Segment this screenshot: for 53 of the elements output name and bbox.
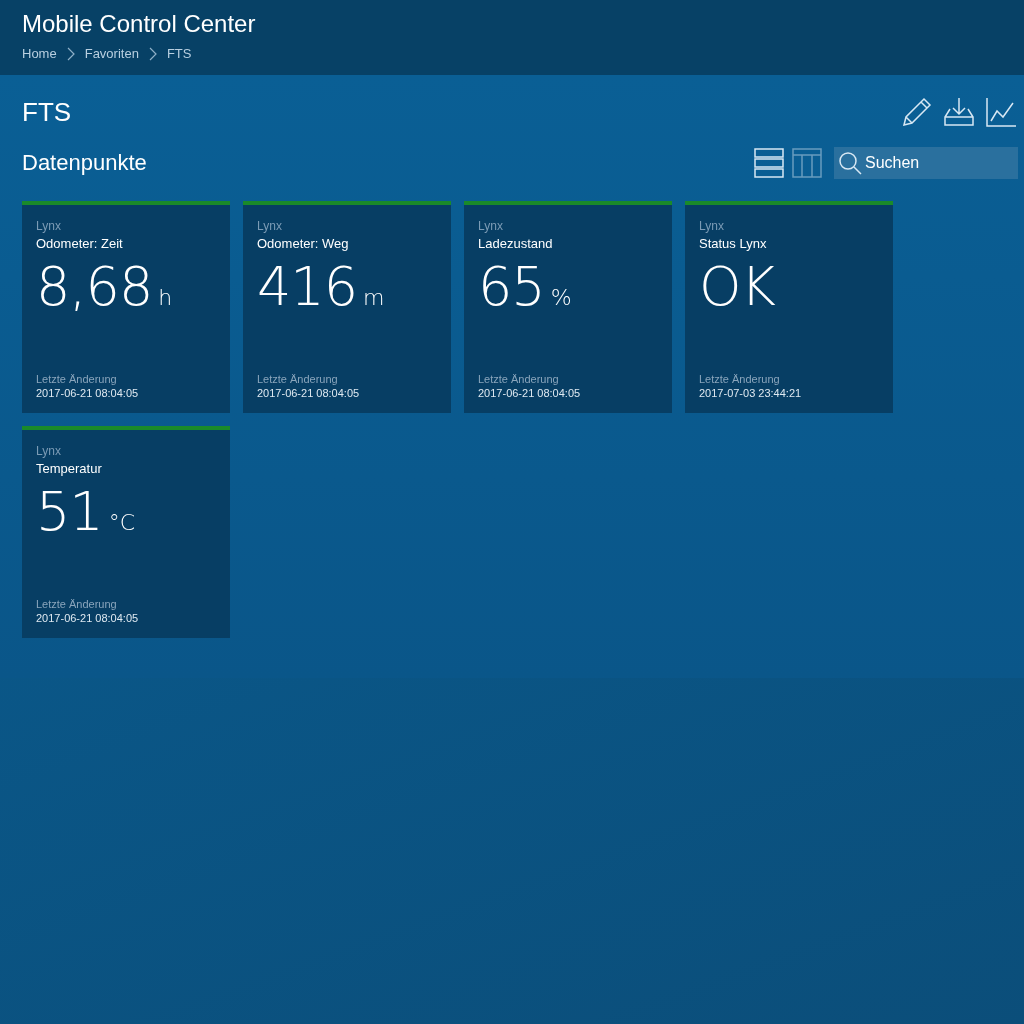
breadcrumb-link[interactable]: Home bbox=[22, 46, 57, 61]
datapoint-tile[interactable]: Lynx Temperatur 51°C Letzte Änderung 2017-06-21 08:04:05 bbox=[22, 430, 230, 638]
tile-source: Lynx bbox=[257, 219, 283, 233]
chevron-right-icon bbox=[148, 46, 157, 61]
tile-unit: h bbox=[158, 285, 173, 310]
line-chart-icon bbox=[984, 95, 1018, 129]
list-view-icon bbox=[754, 147, 784, 179]
changed-timestamp: 2017-06-21 08:04:05 bbox=[257, 387, 361, 399]
datapoint-tile[interactable]: Lynx Ladezustand 65% Letzte Änderung 2017-06-21 08:04:05 bbox=[464, 205, 672, 413]
tile-name: Status Lynx bbox=[699, 236, 768, 251]
tile-value: 8,68 bbox=[36, 255, 153, 318]
tile-value: OK bbox=[699, 255, 775, 318]
changed-timestamp: 2017-07-03 23:44:21 bbox=[699, 387, 803, 399]
app-title: Mobile Control Center bbox=[22, 10, 257, 38]
changed-label: Letzte Änderung bbox=[478, 373, 560, 385]
tile-source: Lynx bbox=[478, 219, 504, 233]
tile-value: 416 bbox=[257, 255, 358, 318]
datapoint-tile[interactable]: Lynx Odometer: Weg 416 m Letzte Änderung 2017-06-21 08:04:05 bbox=[243, 205, 451, 413]
pencil-icon bbox=[900, 95, 934, 129]
tile-source: Lynx bbox=[36, 219, 62, 233]
tile-source: Lynx bbox=[699, 219, 725, 233]
list-view-button[interactable] bbox=[754, 147, 784, 179]
changed-timestamp: 2017-06-21 08:04:05 bbox=[36, 612, 140, 624]
changed-label: Letzte Änderung bbox=[699, 373, 781, 385]
datapoint-tile[interactable]: Lynx Odometer: Zeit 8,68 h Letzte Änderung 2017-06-21 08:04:05 bbox=[22, 205, 230, 413]
page-title: FTS bbox=[22, 96, 72, 128]
tile-value: 51 bbox=[36, 480, 103, 543]
download-icon bbox=[942, 95, 976, 129]
tile-unit: m bbox=[363, 285, 385, 310]
changed-label: Letzte Änderung bbox=[36, 598, 118, 610]
search-field[interactable]: Suchen bbox=[834, 147, 1018, 179]
tile-value: 65 bbox=[478, 255, 545, 318]
tile-name: Temperatur bbox=[36, 461, 103, 476]
columns-view-icon bbox=[792, 147, 822, 179]
tile-name: Ladezustand bbox=[478, 236, 554, 251]
changed-label: Letzte Änderung bbox=[36, 373, 118, 385]
datapoint-tile[interactable]: Lynx Status Lynx OK Letzte Änderung 2017-07-03 23:44:21 bbox=[685, 205, 893, 413]
chart-button[interactable] bbox=[984, 95, 1018, 129]
section-title: Datenpunkte bbox=[22, 150, 147, 176]
tile-unit: % bbox=[550, 285, 572, 310]
changed-timestamp: 2017-06-21 08:04:05 bbox=[478, 387, 582, 399]
tile-name: Odometer: Zeit bbox=[36, 236, 124, 251]
breadcrumb-link[interactable]: FTS bbox=[166, 46, 192, 61]
changed-timestamp: 2017-06-21 08:04:05 bbox=[36, 387, 140, 399]
chevron-right-icon bbox=[66, 46, 75, 61]
tile-unit: °C bbox=[108, 510, 136, 535]
tile-source: Lynx bbox=[36, 444, 62, 458]
tile-name: Odometer: Weg bbox=[257, 236, 350, 251]
search-icon bbox=[838, 151, 862, 175]
edit-button[interactable] bbox=[900, 95, 934, 129]
download-button[interactable] bbox=[942, 95, 976, 129]
changed-label: Letzte Änderung bbox=[257, 373, 339, 385]
breadcrumb-link[interactable]: Favoriten bbox=[84, 46, 139, 61]
